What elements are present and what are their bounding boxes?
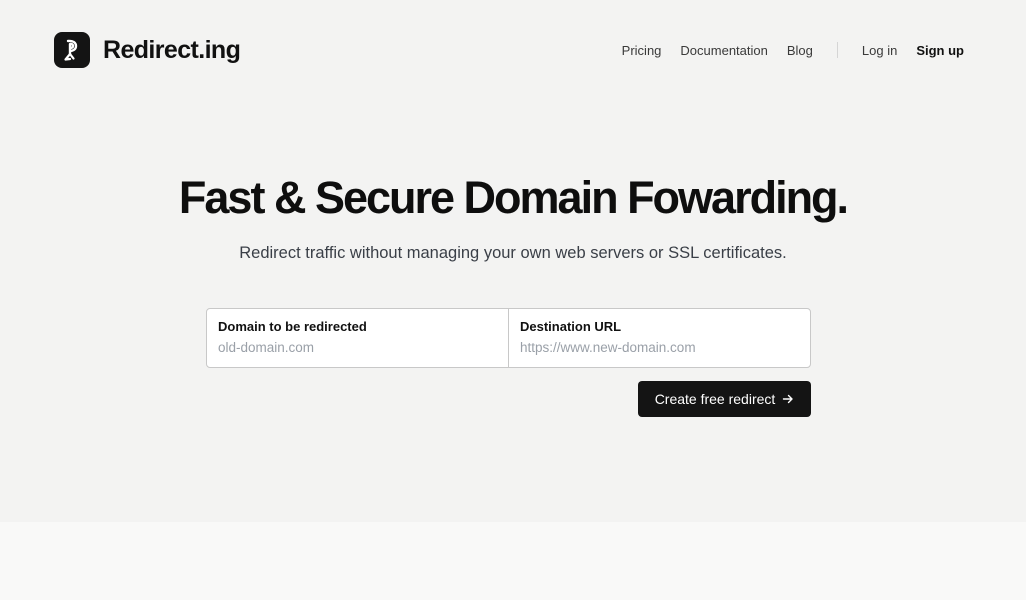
nav-blog-link[interactable]: Blog [787, 43, 813, 58]
brand-logo[interactable]: Redirect.ing [54, 32, 241, 68]
site-header: Redirect.ing Pricing Documentation Blog … [0, 0, 1026, 100]
arrow-right-icon [782, 393, 794, 405]
nav-pricing-link[interactable]: Pricing [622, 43, 662, 58]
arrow-curl-down-icon [54, 32, 90, 68]
signup-link[interactable]: Sign up [916, 43, 964, 58]
destination-url-field: Destination URL [508, 309, 810, 367]
source-domain-label: Domain to be redirected [218, 319, 367, 334]
create-redirect-label: Create free redirect [654, 391, 776, 407]
hero-subtitle: Redirect traffic without managing your o… [239, 244, 787, 262]
nav-divider [836, 42, 838, 58]
source-domain-field: Domain to be redirected [207, 309, 508, 367]
redirect-form: Domain to be redirected Destination URL [206, 308, 811, 368]
create-redirect-button[interactable]: Create free redirect [638, 381, 811, 417]
destination-url-label: Destination URL [520, 319, 622, 334]
brand-name: Redirect.ing [103, 35, 241, 64]
login-link[interactable]: Log in [862, 43, 897, 58]
nav-documentation-link[interactable]: Documentation [680, 43, 767, 58]
lower-section-background [0, 522, 1026, 600]
top-navigation: Pricing Documentation Blog Log in Sign u… [622, 42, 964, 58]
source-domain-input[interactable] [218, 340, 497, 355]
hero-title: Fast & Secure Domain Fowarding. [178, 172, 849, 223]
destination-url-input[interactable] [520, 340, 799, 355]
landing-page: Redirect.ing Pricing Documentation Blog … [0, 0, 1026, 600]
